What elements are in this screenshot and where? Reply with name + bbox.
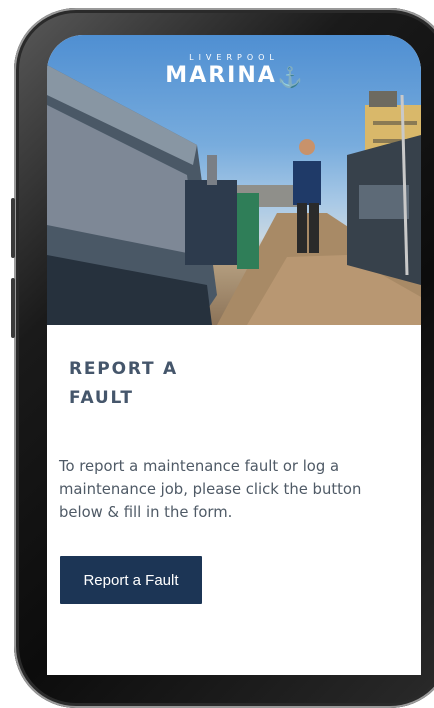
page-title-line1: REPORT A xyxy=(69,359,179,379)
page-title-line2: FAULT xyxy=(69,388,134,408)
person-head xyxy=(299,139,315,155)
instructions-text: To report a maintenance fault or log a m… xyxy=(59,458,362,521)
building-top xyxy=(369,91,397,107)
logo-main-text: MARINA xyxy=(165,63,277,88)
person-body xyxy=(293,161,321,205)
green-cabinet xyxy=(237,193,259,269)
hero-image: LIVERPOOL MARINA⚓ xyxy=(47,35,421,325)
report-fault-section: REPORT A FAULT To report a maintenance f… xyxy=(47,325,421,675)
boat-right-window xyxy=(359,185,409,219)
logo-top-text: LIVERPOOL xyxy=(189,53,279,62)
phone-side-button xyxy=(11,278,15,338)
person-leg xyxy=(297,203,307,253)
phone-side-button xyxy=(11,198,15,258)
boat-middle xyxy=(185,180,237,265)
page-title: REPORT A FAULT xyxy=(69,355,229,413)
anchor-icon: ⚓ xyxy=(277,67,303,89)
marina-logo: LIVERPOOL MARINA⚓ xyxy=(47,53,421,90)
phone-screen: LIVERPOOL MARINA⚓ REPORT A FAULT To repo… xyxy=(47,35,421,675)
person-leg xyxy=(309,203,319,253)
building-window-row xyxy=(373,121,417,125)
chimney xyxy=(207,155,217,185)
report-fault-button[interactable]: Report a Fault xyxy=(60,556,202,604)
